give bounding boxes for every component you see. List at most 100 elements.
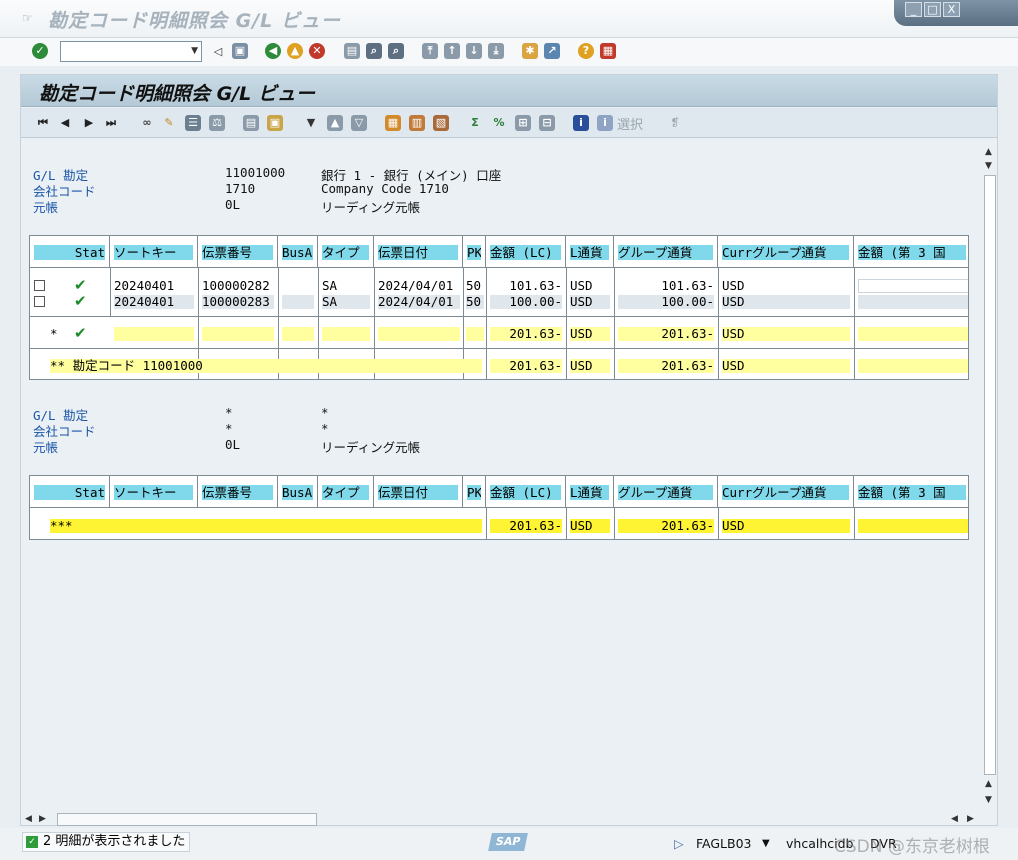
vertical-scrollbar[interactable]: ▲ ▼ ▲ ▼ [981,143,997,811]
column-header-sort-key[interactable]: ソートキー [110,236,198,268]
last-page-icon[interactable]: ⤓ [488,43,504,59]
enter-icon[interactable]: ✓ [32,43,48,59]
column-header-group-curr[interactable]: Currグループ通貨 [718,476,854,508]
column-header-amount-3[interactable]: 金額 (第 3 国 [854,476,968,508]
total-icon[interactable]: Σ [467,115,483,131]
find-next-icon[interactable]: ⌕ [388,43,404,59]
back-icon[interactable]: ◀ [265,43,281,59]
column-header-l-curr[interactable]: L通貨 [566,476,614,508]
previous-record-icon[interactable]: ◀ [57,115,73,131]
subtotal-filter-icon[interactable]: ▽ [351,115,367,131]
column-header-type[interactable]: タイプ [318,236,374,268]
column-header-doc-date[interactable]: 伝票日付 [374,236,463,268]
back-history-icon[interactable]: ◁ [210,44,226,60]
doc-no-cell[interactable]: 100000283 [202,295,274,309]
select-layout-icon[interactable]: ▥ [409,115,425,131]
command-dropdown-icon[interactable]: ▼ [191,46,198,56]
column-header-amount-lc[interactable]: 金額 (LC) [486,236,566,268]
horizontal-scrollbar[interactable]: ◀ ▶ ◀ ▶ [21,811,997,827]
glasses-icon[interactable]: ∞ [139,115,155,131]
transaction-dropdown-icon[interactable]: ▼ [762,838,770,849]
column-header-doc-no[interactable]: 伝票番号 [198,476,278,508]
column-header-doc-date[interactable]: 伝票日付 [374,476,463,508]
collapse-icon[interactable]: ⊟ [539,115,555,131]
column-header-group-curr[interactable]: Currグループ通貨 [718,236,854,268]
doc-no-cell[interactable]: 100000282 [202,279,274,293]
new-session-icon[interactable]: ✱ [522,43,538,59]
create-shortcut-icon[interactable]: ↗ [544,43,560,59]
close-button[interactable]: X [943,2,960,17]
maximize-button[interactable]: □ [924,2,941,17]
filter-icon[interactable]: ▼ [303,115,319,131]
vertical-scroll-thumb[interactable] [984,175,996,775]
column-header-busa[interactable]: BusA [278,236,318,268]
subtotal-amount-lc: 201.63- [490,327,562,341]
pencil-icon[interactable]: ✎ [161,115,177,131]
column-header-group-amount[interactable]: グループ通貨 [614,476,718,508]
sort-key-cell: 20240401 [114,295,194,309]
selection-button[interactable]: 選択 [617,114,643,133]
help-icon[interactable]: ? [578,43,594,59]
find-icon[interactable]: ⌕ [366,43,382,59]
cancel-icon[interactable]: ✕ [309,43,325,59]
column-header-stat[interactable]: Stat [30,236,110,268]
window-menu-icon[interactable]: ☞ [22,12,36,24]
status-toggle-icon[interactable]: ▷ [674,836,684,851]
scroll-right-end-icon[interactable]: ▶ [967,814,974,824]
subtotal-sort-key-cell [114,327,194,341]
note-icon[interactable]: ▣ [267,115,283,131]
column-header-stat[interactable]: Stat [30,476,110,508]
column-header-pk[interactable]: PK [463,236,486,268]
grand-total-group-curr: USD [722,519,850,533]
previous-page-icon[interactable]: ↑ [444,43,460,59]
command-field[interactable]: ▼ [60,41,202,62]
scroll-up-icon[interactable]: ▼ [985,161,992,171]
column-header-pk[interactable]: PK [463,476,486,508]
transaction-code[interactable]: FAGLB03 [696,836,752,851]
layout-grid-icon[interactable]: ▦ [385,115,401,131]
column-header-type[interactable]: タイプ [318,476,374,508]
horizontal-scroll-thumb[interactable] [57,813,317,826]
grand-total-label: *** [50,519,482,533]
subtotal-icon[interactable]: % [491,115,507,131]
grand-total-grid: Stat ソートキー 伝票番号 BusA タイプ 伝票日付 PK 金額 (LC)… [29,475,969,540]
save-layout-icon[interactable]: ▧ [433,115,449,131]
column-header-l-curr[interactable]: L通貨 [566,236,614,268]
minimize-button[interactable]: _ [905,2,922,17]
print-icon[interactable]: ▤ [344,43,360,59]
scroll-up-fast-icon[interactable]: ▲ [985,147,992,157]
column-header-amount-lc[interactable]: 金額 (LC) [486,476,566,508]
scroll-right-icon[interactable]: ▶ [39,814,46,824]
company-code-value: 1710 [225,181,256,196]
column-header-busa[interactable]: BusA [278,476,318,508]
scroll-down-icon[interactable]: ▲ [985,779,992,789]
layout-menu-icon[interactable]: ▦ [600,43,616,59]
change-layout-icon[interactable]: ☰ [185,115,201,131]
selection-info-icon[interactable]: i [597,115,613,131]
column-header-amount-3[interactable]: 金額 (第 3 国 [854,236,968,268]
column-header-doc-no[interactable]: 伝票番号 [198,236,278,268]
window-title-bar: ☞ 勘定コード明細照会 G/L ビュー _ □ X [0,0,1018,38]
document-icon[interactable]: ▤ [243,115,259,131]
scroll-down-fast-icon[interactable]: ▼ [985,795,992,805]
scroll-left-end-icon[interactable]: ◀ [951,814,958,824]
first-page-icon[interactable]: ⤒ [422,43,438,59]
column-header-group-amount[interactable]: グループ通貨 [614,236,718,268]
mass-change-icon[interactable]: ⚖ [209,115,225,131]
scroll-left-icon[interactable]: ◀ [25,814,32,824]
sort-icon[interactable]: ▲ [327,115,343,131]
next-record-icon[interactable]: ▶ [81,115,97,131]
last-record-icon[interactable]: ⏭ [103,115,119,131]
info-icon[interactable]: i [573,115,589,131]
first-record-icon[interactable]: ⏮ [35,115,51,131]
scroll-icon[interactable]: ❡ [667,115,683,131]
row-select-checkbox[interactable] [34,280,45,291]
exit-icon[interactable]: ▲ [287,43,303,59]
row-select-checkbox[interactable] [34,296,45,307]
save-icon[interactable]: ▣ [232,43,248,59]
expand-icon[interactable]: ⊞ [515,115,531,131]
subtotal-group-curr: USD [722,327,850,341]
column-header-sort-key[interactable]: ソートキー [110,476,198,508]
status-message[interactable]: ✓ 2 明細が表示されました [22,832,190,852]
next-page-icon[interactable]: ↓ [466,43,482,59]
